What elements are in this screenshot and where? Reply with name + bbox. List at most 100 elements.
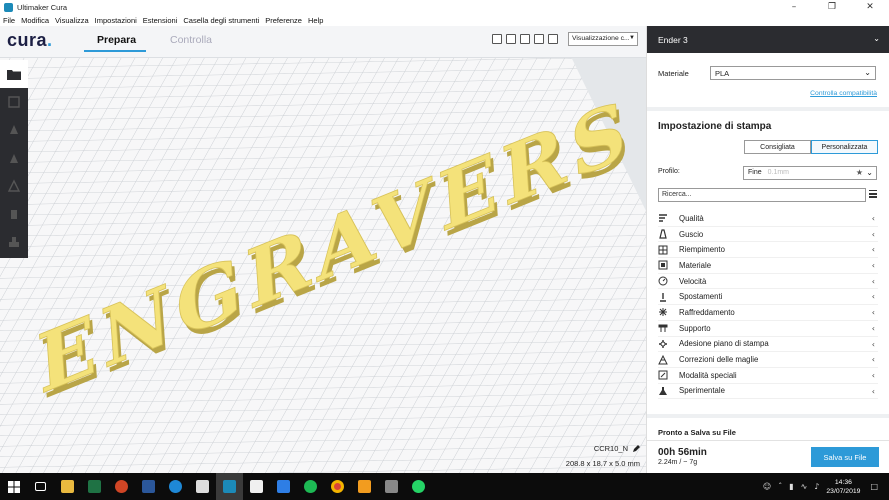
notifications-icon[interactable]: □ <box>870 482 878 491</box>
chevron-left-icon: ‹ <box>871 245 875 255</box>
volume-icon[interactable]: ♪ <box>814 482 819 491</box>
tab-monitor[interactable]: Controlla <box>170 34 212 46</box>
taskbar-powerpoint[interactable] <box>108 473 135 500</box>
category-adhesion[interactable]: Adesione piano di stampa ‹ <box>658 337 878 353</box>
taskbar-chrome[interactable] <box>324 473 351 500</box>
menu-file[interactable]: File <box>3 16 15 25</box>
category-shell[interactable]: Guscio ‹ <box>658 227 878 243</box>
settings-search-input[interactable]: Ricerca... <box>658 188 866 202</box>
menu-edit[interactable]: Modifica <box>21 16 49 25</box>
store-icon <box>250 480 263 493</box>
profile-select[interactable]: Fine 0.1mm ★ ⌄ <box>743 166 877 180</box>
menu-toolbox[interactable]: Casella degli strumenti <box>183 16 259 25</box>
star-icon[interactable]: ★ <box>856 168 863 177</box>
taskbar-file-explorer[interactable] <box>54 473 81 500</box>
top-view-icon[interactable] <box>520 34 530 44</box>
right-view-icon[interactable] <box>548 34 558 44</box>
3d-view-icon[interactable] <box>492 34 502 44</box>
category-speed[interactable]: Velocità ‹ <box>658 274 878 290</box>
category-quality[interactable]: Qualità ‹ <box>658 211 878 227</box>
scale-tool-button[interactable] <box>0 116 28 144</box>
taskbar-mail[interactable] <box>189 473 216 500</box>
support-blocker-button[interactable] <box>0 228 28 256</box>
mirror-tool-button[interactable] <box>0 172 28 200</box>
chevron-left-icon: ‹ <box>871 308 875 318</box>
category-material[interactable]: Materiale ‹ <box>658 258 878 274</box>
maximize-button[interactable]: ❐ <box>813 0 851 14</box>
check-compatibility-link[interactable]: Controlla compatibilità <box>810 90 877 97</box>
custom-mode-button[interactable]: Personalizzata <box>811 140 878 154</box>
view-type-select[interactable]: Visualizzazione c... ▼ <box>568 32 638 46</box>
front-view-icon[interactable] <box>506 34 516 44</box>
pencil-icon[interactable] <box>632 445 640 453</box>
window-title: Ultimaker Cura <box>17 2 68 12</box>
printer-selector[interactable]: Ender 3 ⌄ <box>647 26 889 53</box>
chevron-up-icon[interactable]: ˆ <box>778 482 782 491</box>
profile-row: Profilo: Fine 0.1mm ★ ⌄ <box>658 166 878 180</box>
material-select[interactable]: PLA ⌄ <box>710 66 876 80</box>
folder-icon <box>7 70 21 80</box>
per-model-settings-button[interactable] <box>0 200 28 228</box>
special-modes-icon <box>658 370 668 380</box>
menu-extensions[interactable]: Estensioni <box>143 16 178 25</box>
whatsapp-icon <box>412 480 425 493</box>
support-icon <box>658 323 668 333</box>
menu-settings[interactable]: Impostazioni <box>95 16 137 25</box>
word-icon <box>142 480 155 493</box>
3d-viewport[interactable]: ENGRAVERS ENGRAVERS <box>0 26 646 473</box>
setup-mode-toggle: Consigliata Personalizzata <box>744 140 878 154</box>
rotate-tool-button[interactable] <box>0 144 28 172</box>
move-tool-button[interactable] <box>0 88 28 116</box>
person-icon[interactable]: ☺ <box>763 482 771 491</box>
taskbar-app[interactable] <box>378 473 405 500</box>
category-support[interactable]: Supporto ‹ <box>658 321 878 337</box>
minimize-button[interactable]: – <box>775 0 813 14</box>
category-travel[interactable]: Spostamenti ‹ <box>658 289 878 306</box>
camera-view-buttons <box>492 34 558 44</box>
left-view-icon[interactable] <box>534 34 544 44</box>
battery-icon[interactable]: ▮ <box>789 482 793 491</box>
print-settings-panel: Ender 3 ⌄ Materiale PLA ⌄ Controlla compa… <box>646 26 889 473</box>
taskbar-edge[interactable] <box>162 473 189 500</box>
menu-help[interactable]: Help <box>308 16 323 25</box>
save-to-file-button[interactable]: Salva su File <box>811 447 879 467</box>
menu-view[interactable]: Visualizza <box>55 16 89 25</box>
dropbox-icon <box>277 480 290 493</box>
chevron-left-icon: ‹ <box>871 355 875 365</box>
category-mesh-fixes[interactable]: Correzioni delle maglie ‹ <box>658 352 878 368</box>
taskbar-spotify[interactable] <box>297 473 324 500</box>
edge-icon <box>169 480 182 493</box>
open-file-button[interactable] <box>0 60 28 88</box>
recommended-mode-button[interactable]: Consigliata <box>744 140 811 154</box>
close-button[interactable]: ✕ <box>851 0 889 14</box>
hamburger-menu-icon[interactable] <box>869 190 877 198</box>
chevron-left-icon: ‹ <box>871 292 875 302</box>
category-infill[interactable]: Riempimento ‹ <box>658 242 878 259</box>
taskbar-store[interactable] <box>243 473 270 500</box>
menu-preferences[interactable]: Preferenze <box>265 16 302 25</box>
start-button[interactable] <box>0 473 27 500</box>
build-plate-scene: ENGRAVERS ENGRAVERS <box>0 26 646 473</box>
spotify-icon <box>304 480 317 493</box>
material-label: Materiale <box>658 69 689 78</box>
adhesion-icon <box>658 339 668 349</box>
system-clock[interactable]: 14:36 23/07/2019 <box>826 478 860 496</box>
tab-prepare[interactable]: Prepara <box>97 34 136 46</box>
windows-logo-icon <box>7 480 20 493</box>
taskbar-whatsapp[interactable] <box>405 473 432 500</box>
chevron-left-icon: ‹ <box>871 386 875 396</box>
taskbar-dropbox[interactable] <box>270 473 297 500</box>
task-view-button[interactable] <box>27 473 54 500</box>
category-experimental[interactable]: Sperimentale ‹ <box>658 384 878 400</box>
wifi-icon[interactable]: ∿ <box>801 482 808 491</box>
taskbar-fusion[interactable] <box>351 473 378 500</box>
profile-label: Profilo: <box>658 168 680 175</box>
category-cooling[interactable]: Raffreddamento ‹ <box>658 305 878 321</box>
taskbar-excel[interactable] <box>81 473 108 500</box>
taskbar-word[interactable] <box>135 473 162 500</box>
category-special-modes[interactable]: Modalità speciali ‹ <box>658 368 878 384</box>
chevron-left-icon: ‹ <box>871 339 875 349</box>
system-tray: ☺ ˆ ▮ ∿ ♪ 14:36 23/07/2019 □ <box>763 473 885 500</box>
taskbar-cura[interactable] <box>216 473 243 500</box>
move-icon <box>8 96 20 108</box>
